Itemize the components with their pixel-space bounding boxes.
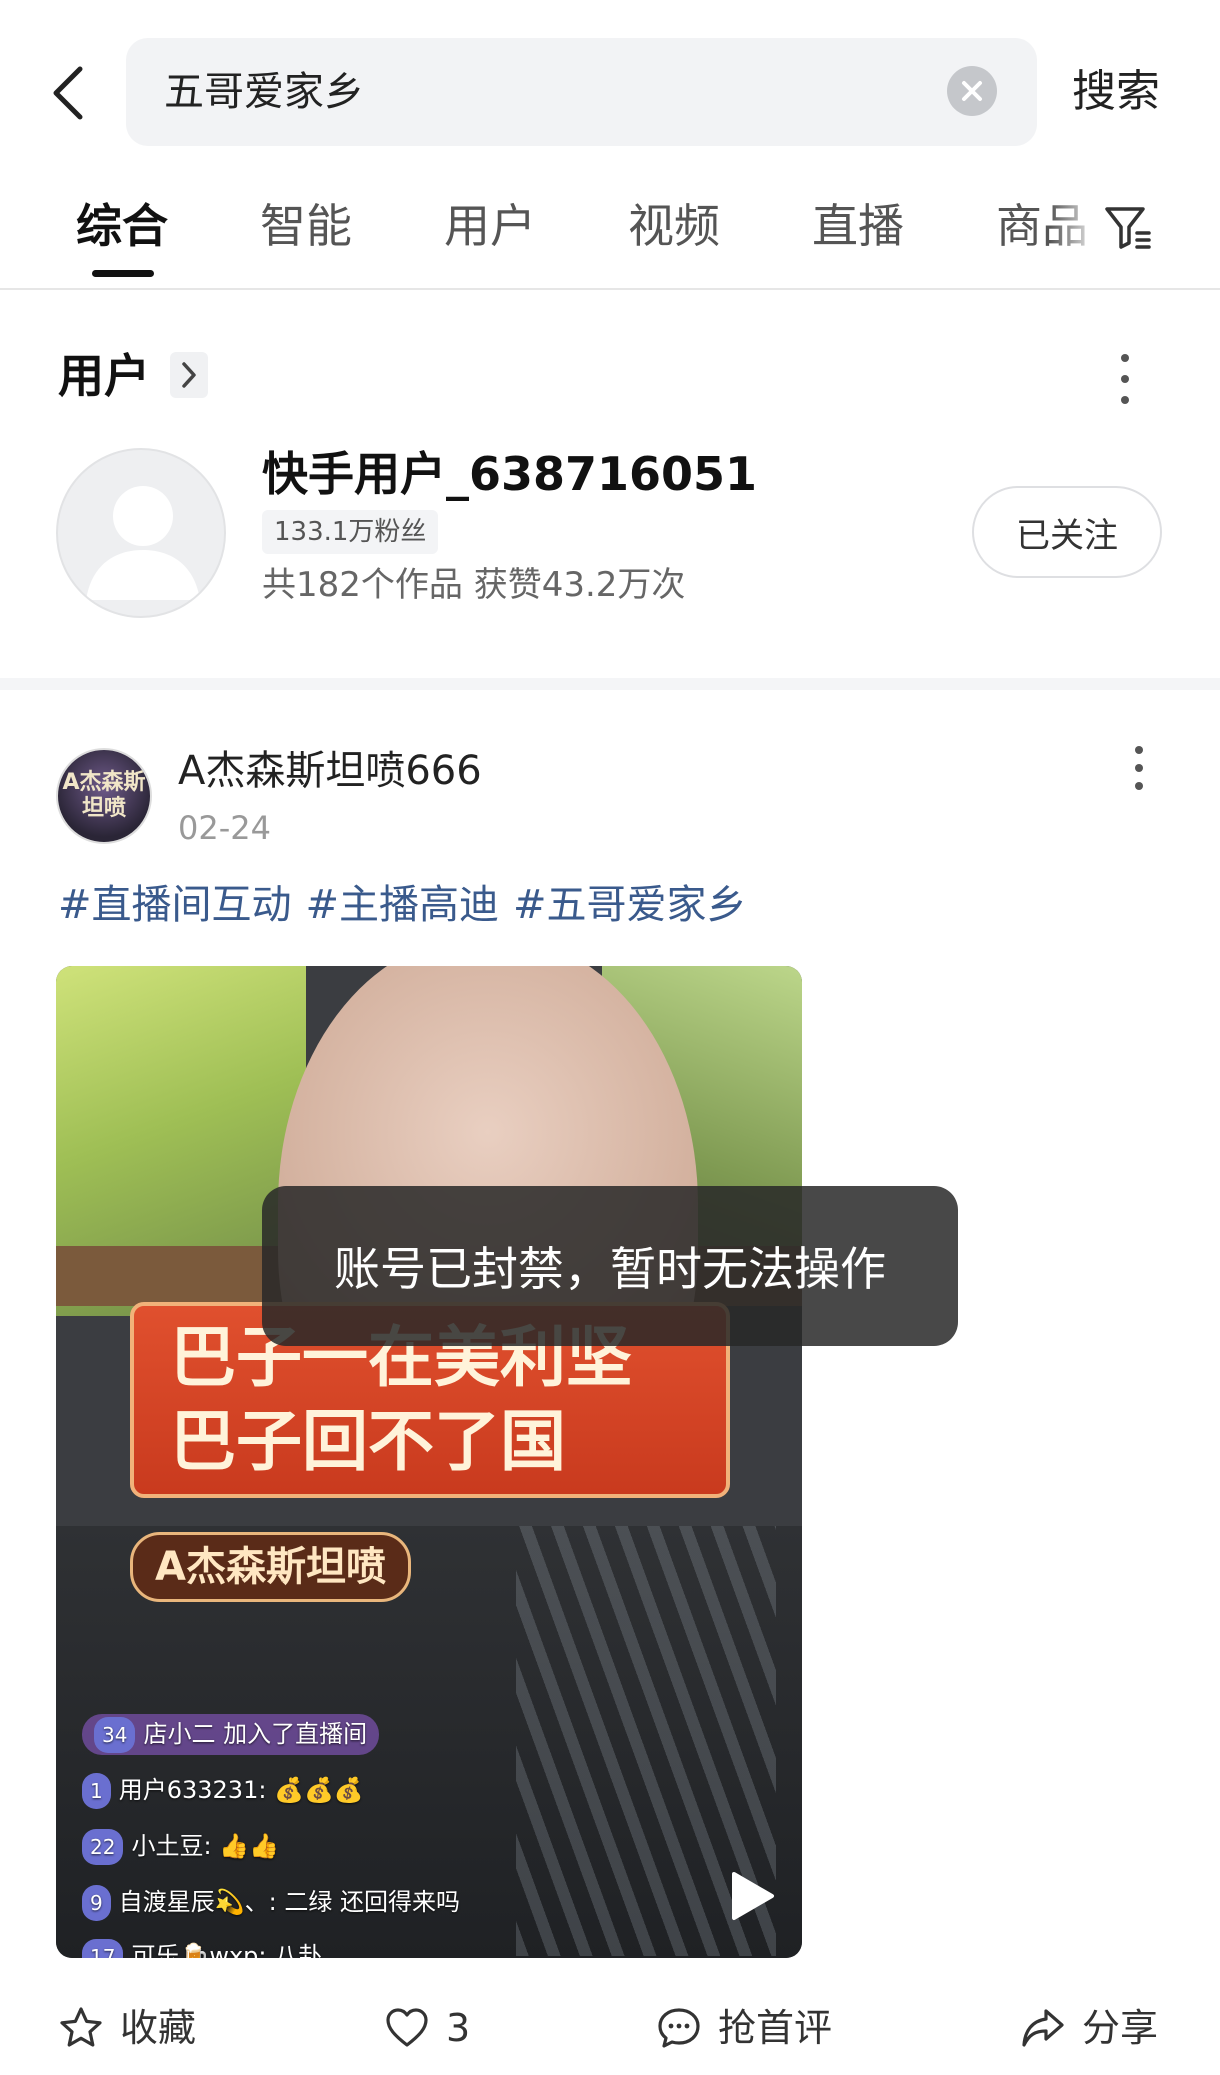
tab-comprehensive[interactable]: 综合: [76, 196, 168, 256]
chat-message: 1 用户633231: 💰💰💰: [82, 1772, 364, 1809]
level-badge: 17: [82, 1939, 124, 1958]
filter-icon: [1105, 207, 1151, 249]
tab-smart[interactable]: 智能: [260, 196, 352, 256]
level-badge: 34: [94, 1717, 136, 1753]
like-count: 3: [446, 2006, 471, 2050]
active-tab-indicator: [92, 270, 154, 277]
clear-search-button[interactable]: [947, 66, 997, 116]
share-icon: [1022, 2009, 1064, 2047]
chat-text: 自渡星辰💫、: 二绿 还回得来吗: [118, 1888, 460, 1916]
chat-text: 店小二 加入了直播间: [143, 1720, 368, 1748]
tab-users[interactable]: 用户: [444, 196, 536, 256]
chat-text: 可乐🍺wxp: 八卦: [131, 1942, 323, 1958]
chat-text: 小土豆: 👍👍: [131, 1832, 279, 1860]
search-button[interactable]: 搜索: [1072, 62, 1160, 122]
share-button[interactable]: 分享: [1020, 2002, 1158, 2054]
more-dot: [1135, 764, 1143, 772]
post-author-name[interactable]: A杰森斯坦喷666: [178, 744, 482, 798]
section-divider: [0, 678, 1220, 690]
filter-button[interactable]: [1098, 198, 1158, 258]
post-more-button[interactable]: [1124, 746, 1154, 790]
post-date: 02-24: [178, 809, 271, 847]
level-badge: 9: [82, 1885, 111, 1921]
search-header: 五哥爱家乡 搜索: [0, 0, 1220, 150]
user-result-section: 用户 快手用户_638716051 133.1万粉丝 共182个作品 获赞43.…: [0, 292, 1220, 680]
section-more-button[interactable]: [170, 352, 208, 398]
like-button[interactable]: 3: [384, 2002, 470, 2054]
comment-label: 抢首评: [718, 2006, 833, 2050]
tag-link[interactable]: #五哥爱家乡: [513, 882, 747, 928]
star-icon: [60, 2007, 102, 2047]
post-action-bar: 收藏 3 抢首评 分享: [0, 1990, 1220, 2070]
default-avatar-icon: [86, 486, 200, 600]
chevron-left-icon: [53, 66, 83, 120]
post-author-avatar[interactable]: A杰森斯坦喷: [56, 748, 152, 844]
more-dot: [1135, 782, 1143, 790]
search-query[interactable]: 五哥爱家乡: [164, 66, 364, 118]
tab-live[interactable]: 直播: [812, 196, 904, 256]
banner-line: 巴子回不了国: [170, 1403, 566, 1480]
avatar-logo-text: A杰森斯坦喷: [62, 770, 146, 821]
tag-link[interactable]: #主播高迪: [306, 882, 500, 928]
more-dot: [1121, 354, 1129, 362]
follow-button[interactable]: 已关注: [972, 486, 1162, 578]
section-title: 用户: [58, 349, 150, 403]
user-avatar[interactable]: [56, 448, 226, 618]
favorite-button[interactable]: 收藏: [58, 2002, 196, 2054]
comment-button[interactable]: 抢首评: [656, 2002, 832, 2054]
chat-message: 34 店小二 加入了直播间: [82, 1714, 380, 1755]
more-dot: [1135, 746, 1143, 754]
chat-message: 22 小土豆: 👍👍: [82, 1828, 279, 1865]
close-icon: [962, 81, 982, 101]
play-icon[interactable]: [720, 1866, 780, 1926]
chat-message: 9 自渡星辰💫、: 二绿 还回得来吗: [82, 1884, 460, 1921]
search-input[interactable]: 五哥爱家乡: [126, 38, 1037, 146]
user-name[interactable]: 快手用户_638716051: [262, 444, 757, 504]
more-options-button[interactable]: [1110, 354, 1140, 404]
comment-icon: [658, 2008, 700, 2048]
chat-text: 用户633231: 💰💰💰: [118, 1776, 364, 1804]
user-stats: 共182个作品 获赞43.2万次: [262, 565, 686, 605]
video-nameplate: A杰森斯坦喷: [130, 1532, 411, 1602]
share-label: 分享: [1082, 2006, 1159, 2050]
result-tabs: 综合 智能 用户 视频 直播 商品: [0, 180, 1220, 290]
more-dot: [1121, 396, 1129, 404]
tab-videos[interactable]: 视频: [628, 196, 720, 256]
chat-message: 17 可乐🍺wxp: 八卦: [82, 1938, 322, 1958]
level-badge: 1: [82, 1773, 111, 1809]
heart-icon: [386, 2008, 428, 2047]
more-dot: [1121, 375, 1129, 383]
favorite-label: 收藏: [120, 2006, 197, 2050]
level-badge: 22: [82, 1829, 124, 1865]
toast-message: 账号已封禁，暂时无法操作: [262, 1186, 958, 1346]
fans-count-badge: 133.1万粉丝: [262, 510, 439, 554]
tab-fade: [1050, 180, 1100, 288]
video-thumbnail[interactable]: 巴子一在美利坚 巴子回不了国 A杰森斯坦喷 34 店小二 加入了直播间 1 用户63…: [56, 966, 802, 1958]
chevron-right-icon: [182, 362, 196, 388]
post-tags: #直播间互动 #主播高迪 #五哥爱家乡: [58, 878, 761, 932]
tag-link[interactable]: #直播间互动: [58, 882, 292, 928]
back-button[interactable]: [40, 58, 96, 128]
